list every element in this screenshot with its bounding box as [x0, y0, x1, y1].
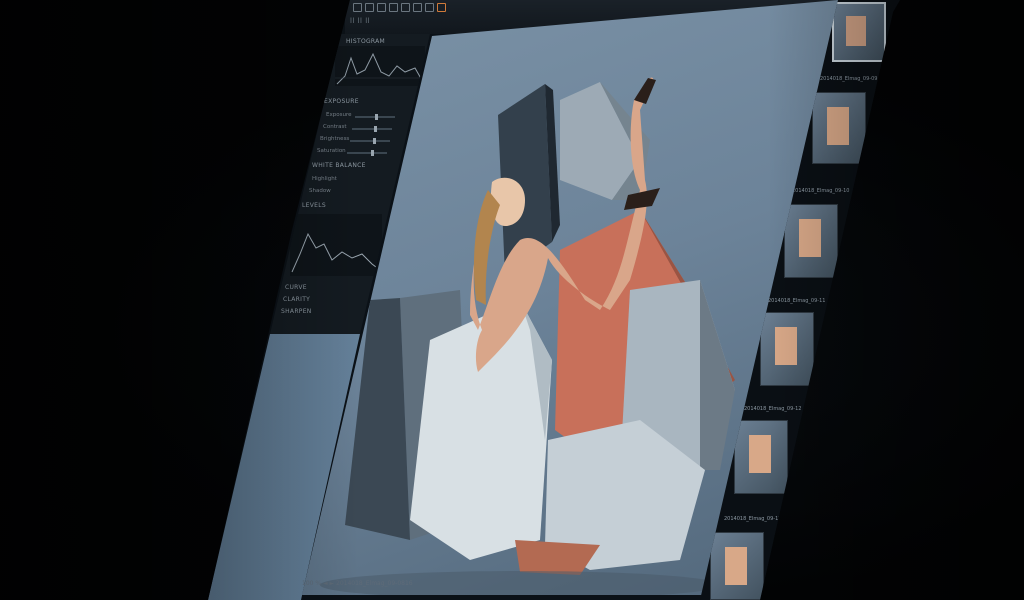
thumb-caption: 2014018_Elmag_09-10 — [792, 188, 850, 194]
photo-of-monitor: ll ll ll HISTOGRAM EXPOSURE Exposure Con… — [0, 0, 1024, 600]
section-heading-exposure[interactable]: EXPOSURE — [324, 98, 359, 105]
select-tool-icon[interactable] — [353, 3, 362, 12]
slider-label-saturation: Saturation — [317, 148, 346, 154]
section-heading-levels[interactable]: LEVELS — [302, 202, 326, 209]
thumb-caption: 2014018_Elmag_09-12 — [744, 406, 802, 412]
right-block-side — [700, 280, 735, 470]
slider-brightness[interactable] — [350, 138, 390, 144]
filmstrip-thumb[interactable] — [760, 312, 814, 386]
thumb-caption: 2014018_Elmag_09-13 — [724, 516, 782, 522]
slider-label-contrast: Contrast — [323, 124, 347, 130]
crop-tool-icon[interactable] — [365, 3, 374, 12]
slider-label-brightness: Brightness — [320, 136, 350, 142]
section-heading-white-balance[interactable]: WHITE BALANCE — [312, 162, 366, 169]
filmstrip-thumb[interactable] — [734, 420, 788, 494]
thumb-caption: 2014018_Elmag_09-09 — [820, 76, 878, 82]
white-balance-picker-icon[interactable] — [413, 3, 422, 12]
section-heading-histogram[interactable]: HISTOGRAM — [346, 38, 385, 45]
filmstrip-thumb[interactable] — [710, 532, 764, 600]
toolbar-secondary-row: ll ll ll — [350, 17, 371, 25]
levels-graph — [290, 214, 382, 276]
section-heading-curve[interactable]: CURVE — [285, 284, 307, 291]
wb-row-highlight[interactable]: Highlight — [312, 176, 337, 182]
rotate-tool-icon[interactable] — [377, 3, 386, 12]
viewer-status-bar: 100 % ◄ ► 2014018_Elmag_09-0816 — [302, 580, 413, 587]
slider-exposure[interactable] — [355, 114, 395, 120]
filmstrip-thumb[interactable] — [812, 92, 866, 164]
wb-row-shadow[interactable]: Shadow — [309, 188, 331, 194]
thumb-caption: 2014018_Elmag_09-11 — [768, 298, 826, 304]
keystone-tool-icon[interactable] — [389, 3, 398, 12]
slider-label-exposure: Exposure — [326, 112, 352, 118]
section-heading-sharpen[interactable]: SHARPEN — [281, 308, 312, 315]
model-shoe — [634, 78, 656, 104]
slider-saturation[interactable] — [347, 150, 387, 156]
section-heading-clarity[interactable]: CLARITY — [283, 296, 310, 303]
slider-contrast[interactable] — [352, 126, 392, 132]
grid-toggle-icon[interactable] — [425, 3, 434, 12]
highlight-warning-icon[interactable] — [437, 3, 446, 12]
filmstrip-thumb[interactable] — [784, 204, 838, 278]
bottom-orange-slab — [515, 540, 600, 575]
filmstrip-thumb[interactable] — [832, 2, 886, 62]
spot-removal-icon[interactable] — [401, 3, 410, 12]
histogram-graph — [335, 46, 425, 86]
